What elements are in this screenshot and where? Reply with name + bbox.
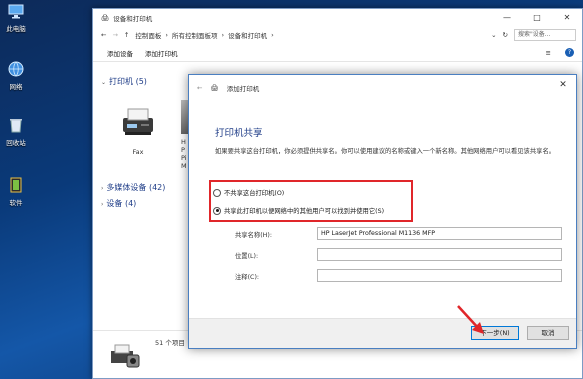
add-printer-dialog: ← 🖨 添加打印机 ✕ 打印机共享 如果要共享这台打印机，你必须提供共享名。你可… <box>188 74 577 349</box>
radio-button[interactable] <box>213 188 221 197</box>
chevron-down-icon: ⌄ <box>101 79 107 86</box>
this-pc-icon <box>7 2 25 20</box>
desktop-icon-label: 网络 <box>9 83 23 91</box>
refresh-button[interactable]: ↻ <box>503 31 508 39</box>
breadcrumb-item[interactable]: 所有控制面板项 <box>172 30 218 40</box>
desktop-icon-label: 软件 <box>9 199 23 207</box>
navigation-bar: ← → ↑ 控制面板 › 所有控制面板项 › 设备和打印机 › ⌄ ↻ 搜索"设… <box>93 26 582 44</box>
add-printer-button[interactable]: 添加打印机 <box>145 48 178 58</box>
group-multimedia[interactable]: › 多媒体设备 (42) <box>101 182 165 193</box>
network-icon <box>7 60 25 78</box>
desktop-icon-network[interactable]: 网络 <box>0 60 32 91</box>
device-fax[interactable]: Fax <box>113 104 163 156</box>
desktop-icon-this-pc[interactable]: 此电脑 <box>0 2 32 33</box>
radio-share[interactable]: 共享此打印机以便网络中的其他用户可以找到并使用它(S) <box>213 206 384 215</box>
desktop-icon-recycle-bin[interactable]: 回收站 <box>0 116 32 147</box>
back-button[interactable]: ← <box>197 84 202 92</box>
desktop-icon-software[interactable]: 软件 <box>0 176 32 207</box>
add-device-button[interactable]: 添加设备 <box>107 48 133 58</box>
radio-label: 共享此打印机以便网络中的其他用户可以找到并使用它(S) <box>224 208 385 215</box>
devices-printers-icon: 🖨 <box>101 13 110 22</box>
chevron-right-icon: › <box>101 185 104 192</box>
window-title: 设备和打印机 <box>113 14 153 23</box>
highlight-box <box>209 180 413 222</box>
dialog-title: 添加打印机 <box>226 85 260 93</box>
page-title: 打印机共享 <box>215 128 263 139</box>
share-name-label: 共享名称(H): <box>235 232 272 239</box>
desktop-icon-label: 此电脑 <box>6 25 26 33</box>
close-button[interactable]: ✕ <box>552 9 582 26</box>
chevron-right-icon: › <box>221 31 225 39</box>
devices-printers-large-icon <box>107 341 141 369</box>
desktop-icon-label: 回收站 <box>6 139 26 147</box>
back-button[interactable]: ← <box>101 31 106 39</box>
search-input[interactable]: 搜索"设备... <box>514 29 576 41</box>
chevron-right-icon: › <box>271 31 274 39</box>
address-bar[interactable]: 控制面板 › 所有控制面板项 › 设备和打印机 › <box>135 30 273 40</box>
group-label: 设备 (4) <box>106 199 137 208</box>
up-button[interactable]: ↑ <box>124 31 129 39</box>
share-name-field[interactable]: HP LaserJet Professional M1136 MFP <box>317 227 562 240</box>
group-label: 多媒体设备 (42) <box>106 183 166 192</box>
group-label: 打印机 (5) <box>109 77 147 86</box>
folder-icon <box>7 176 25 194</box>
command-bar: 添加设备 添加打印机 ≡ ? <box>93 44 582 62</box>
recycle-bin-icon <box>7 116 25 134</box>
cancel-button[interactable]: 取消 <box>527 326 569 340</box>
printer-icon: 🖨 <box>210 84 219 92</box>
radio-no-share[interactable]: 不共享这台打印机(O) <box>213 188 284 197</box>
breadcrumb-item[interactable]: 设备和打印机 <box>228 30 267 40</box>
chevron-right-icon: › <box>101 201 104 208</box>
forward-button[interactable]: → <box>112 31 117 39</box>
view-options-icon[interactable]: ≡ <box>546 49 551 57</box>
fax-machine-icon <box>119 104 157 140</box>
description-text: 如果要共享这台打印机，你必须提供共享名。你可以使用建议的名称或键入一个新名称。其… <box>215 148 556 155</box>
radio-button[interactable] <box>213 206 221 215</box>
comment-label: 注释(C): <box>235 274 260 281</box>
next-button[interactable]: 下一步(N) <box>471 326 519 340</box>
radio-label: 不共享这台打印机(O) <box>224 190 285 197</box>
device-label: Fax <box>132 148 144 156</box>
location-label: 位置(L): <box>235 253 259 260</box>
group-devices[interactable]: › 设备 (4) <box>101 198 136 209</box>
minimize-button[interactable]: — <box>492 9 522 26</box>
dialog-footer: 下一步(N) 取消 <box>189 318 576 348</box>
chevron-down-icon[interactable]: ⌄ <box>491 31 496 39</box>
item-count: 51 个项目 <box>155 339 185 347</box>
chevron-right-icon: › <box>165 31 168 39</box>
breadcrumb-item[interactable]: 控制面板 <box>135 30 161 40</box>
close-button[interactable]: ✕ <box>550 75 576 95</box>
location-field[interactable] <box>317 248 562 261</box>
comment-field[interactable] <box>317 269 562 282</box>
dialog-header: ← 🖨 添加打印机 <box>189 75 576 101</box>
group-printers[interactable]: ⌄ 打印机 (5) <box>101 76 147 87</box>
help-icon[interactable]: ? <box>565 48 574 57</box>
search-placeholder: 搜索"设备... <box>518 31 551 38</box>
maximize-button[interactable]: □ <box>522 9 552 26</box>
